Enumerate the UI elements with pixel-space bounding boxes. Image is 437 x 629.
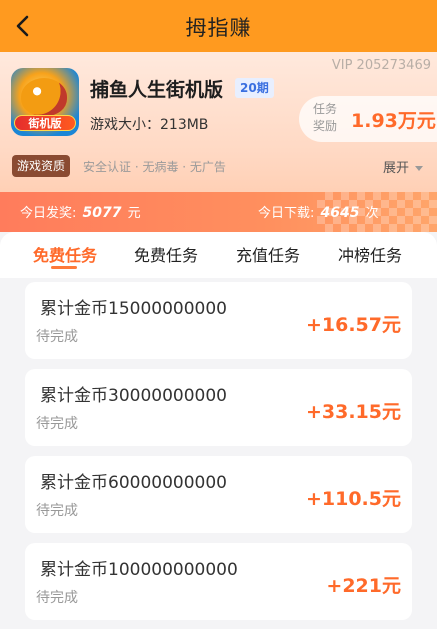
today-download: 今日下载: 4645 次 xyxy=(258,202,379,221)
today-payout-value: 5077 xyxy=(82,205,122,221)
task-card[interactable]: 累计金币15000000000 待完成 +16.57元 xyxy=(25,282,412,359)
task-card[interactable]: 累计金币30000000000 待完成 +33.15元 xyxy=(25,369,412,446)
tab-free-tasks-2[interactable]: 免费任务 xyxy=(134,242,198,266)
game-icon: 街机版 xyxy=(11,68,79,136)
task-status: 待完成 xyxy=(36,590,78,606)
period-tag: 20期 xyxy=(235,78,274,98)
task-reward-label: 任务奖励 xyxy=(313,102,338,133)
active-tab-indicator xyxy=(51,266,77,269)
today-payout-unit: 元 xyxy=(127,206,141,221)
expand-button[interactable]: 展开 xyxy=(383,157,423,176)
task-reward: +33.15元 xyxy=(305,401,401,423)
expand-label: 展开 xyxy=(382,161,409,176)
task-reward-value: 1.93万元 xyxy=(351,110,436,132)
task-reward: +16.57元 xyxy=(305,314,401,336)
task-status: 待完成 xyxy=(36,416,78,432)
game-name: 捕鱼人生街机版 xyxy=(90,79,224,101)
task-reward: +110.5元 xyxy=(305,488,401,510)
game-size: 游戏大小：213MB xyxy=(90,117,209,133)
task-status: 待完成 xyxy=(36,329,78,345)
tab-ranking-tasks[interactable]: 冲榜任务 xyxy=(338,242,402,266)
fish-icon xyxy=(21,78,67,116)
task-reward-box: 任务奖励 1.93万元 xyxy=(299,96,437,142)
qualification-desc: 安全认证 · 无病毒 · 无广告 xyxy=(83,160,226,174)
task-card[interactable]: 累计金币100000000000 待完成 +221元 xyxy=(25,543,412,620)
vip-id: VIP 205273469 xyxy=(331,58,431,73)
qualification-tag: 游戏资质 xyxy=(12,155,71,177)
tab-free-tasks[interactable]: 免费任务 xyxy=(33,242,97,266)
task-name: 累计金币15000000000 xyxy=(40,299,227,319)
today-payout: 今日发奖: 5077 元 xyxy=(20,202,141,221)
triangle-down-icon xyxy=(415,166,423,171)
top-bar: 拇指赚 xyxy=(0,0,437,52)
today-payout-label: 今日发奖: xyxy=(20,206,77,221)
task-name: 累计金币60000000000 xyxy=(40,473,227,493)
task-reward: +221元 xyxy=(326,575,401,597)
task-name: 累计金币100000000000 xyxy=(40,560,238,580)
tab-recharge-tasks[interactable]: 充值任务 xyxy=(236,242,300,266)
game-header: VIP 205273469 街机版 捕鱼人生街机版 20期 游戏大小：213MB… xyxy=(0,52,437,232)
today-download-value: 4645 xyxy=(320,205,360,221)
game-icon-badge: 街机版 xyxy=(14,115,76,131)
task-card[interactable]: 累计金币60000000000 待完成 +110.5元 xyxy=(25,456,412,533)
page-title: 拇指赚 xyxy=(185,16,252,40)
task-status: 待完成 xyxy=(36,503,78,519)
stats-bar: 今日发奖: 5077 元 今日下载: 4645 次 xyxy=(0,192,437,232)
task-name: 累计金币30000000000 xyxy=(40,386,227,406)
today-download-label: 今日下载: xyxy=(258,206,315,221)
today-download-unit: 次 xyxy=(365,206,379,221)
